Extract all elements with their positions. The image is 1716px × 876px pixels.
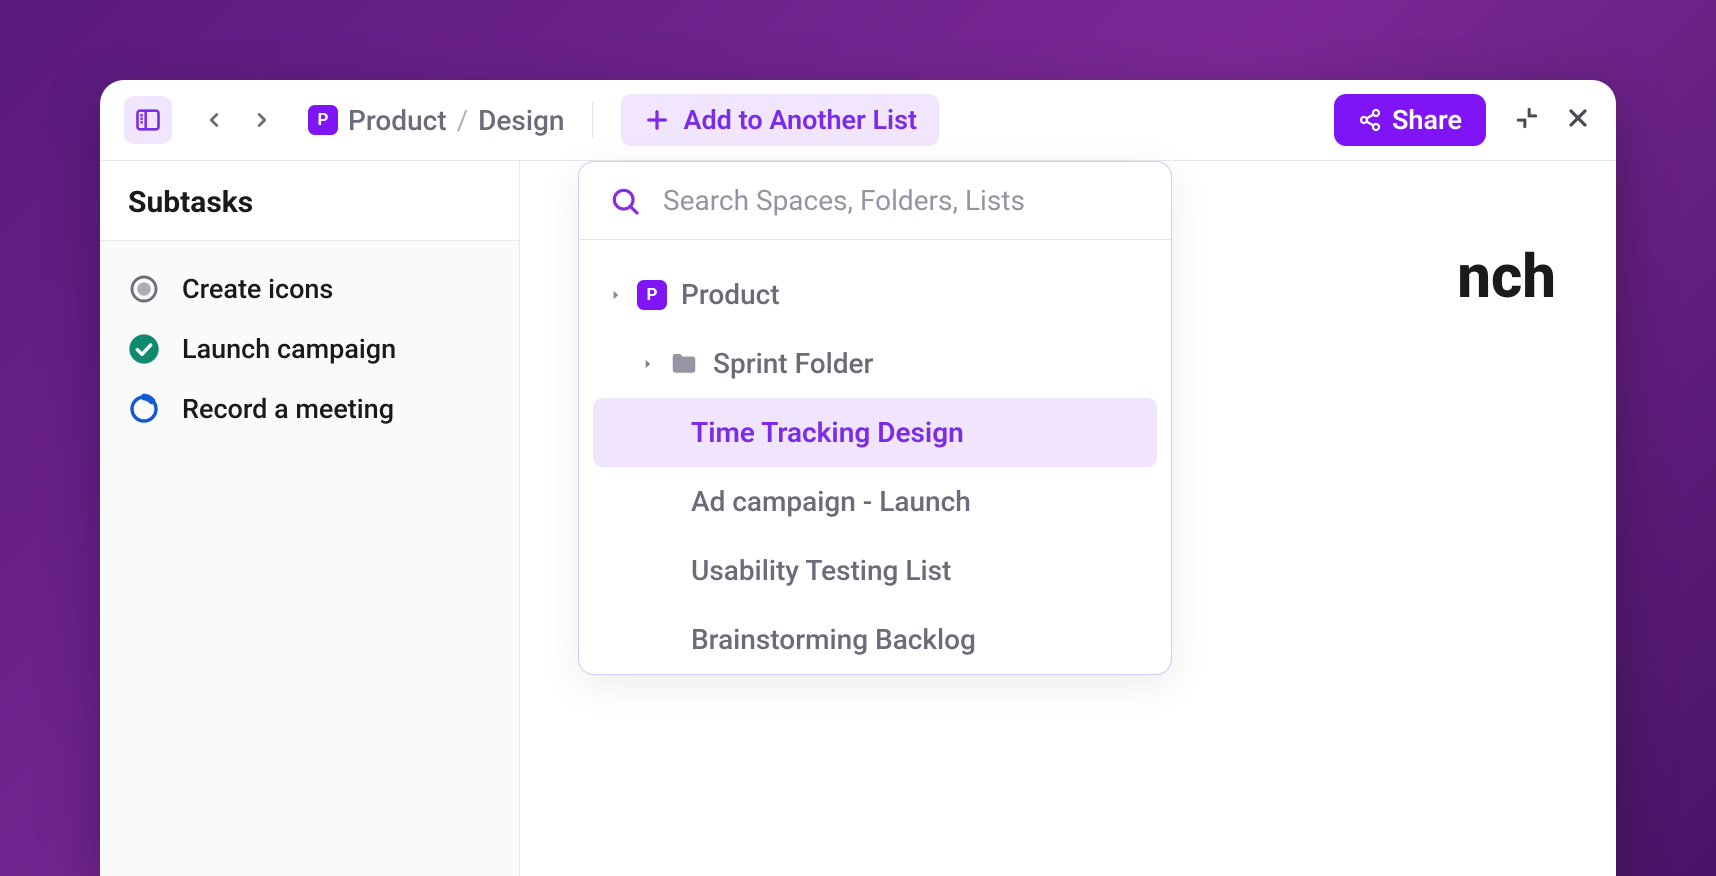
tree-list-label: Ad campaign - Launch	[691, 485, 971, 518]
chevron-right-icon	[609, 288, 623, 302]
toolbar-divider	[592, 102, 593, 138]
share-label: Share	[1392, 104, 1462, 136]
breadcrumb: P Product / Design	[308, 104, 564, 137]
tree-list-label: Usability Testing List	[691, 554, 951, 587]
tree-list-item[interactable]: Time Tracking Design	[593, 398, 1157, 467]
toolbar: P Product / Design Add to Another List S…	[100, 80, 1616, 161]
subtask-label: Create icons	[182, 273, 333, 305]
tree-list-label: Time Tracking Design	[691, 416, 964, 449]
chevron-right-icon	[641, 357, 655, 371]
app-window: P Product / Design Add to Another List S…	[100, 80, 1616, 876]
status-inprogress-icon	[128, 393, 160, 425]
tree-space-label: Product	[681, 278, 780, 311]
share-button[interactable]: Share	[1334, 94, 1486, 146]
main-content: nch P Product Sprint Folder	[520, 161, 1616, 876]
add-to-list-label: Add to Another List	[683, 104, 917, 136]
nav-arrows	[192, 98, 284, 142]
tree-list-item[interactable]: Brainstorming Backlog	[593, 605, 1157, 674]
breadcrumb-item-space[interactable]: Product	[348, 104, 447, 137]
breadcrumb-item-current[interactable]: Design	[478, 104, 564, 137]
subtask-item[interactable]: Record a meeting	[100, 379, 519, 439]
panel-toggle-button[interactable]	[124, 96, 172, 144]
nav-back-button[interactable]	[192, 98, 236, 142]
location-picker-dropdown: P Product Sprint Folder Time Tracking De…	[578, 161, 1172, 675]
status-open-icon	[128, 273, 160, 305]
subtask-label: Record a meeting	[182, 393, 394, 425]
add-to-list-button[interactable]: Add to Another List	[621, 94, 939, 146]
dropdown-body: P Product Sprint Folder Time Tracking De…	[579, 240, 1171, 674]
chevron-left-icon	[203, 109, 225, 131]
nav-forward-button[interactable]	[240, 98, 284, 142]
sidebar-title: Subtasks	[128, 185, 491, 220]
body-area: Subtasks Create icons Launch campaign Re…	[100, 161, 1616, 876]
search-input[interactable]	[663, 184, 1141, 217]
minimize-icon	[1514, 105, 1540, 131]
tree-list-label: Brainstorming Backlog	[691, 623, 976, 656]
folder-icon	[669, 349, 699, 379]
breadcrumb-separator: /	[457, 104, 469, 137]
window-controls	[1514, 104, 1592, 136]
space-badge[interactable]: P	[308, 105, 338, 135]
space-badge: P	[637, 280, 667, 310]
sidebar: Subtasks Create icons Launch campaign Re…	[100, 161, 520, 876]
chevron-right-icon	[251, 109, 273, 131]
subtask-item[interactable]: Create icons	[100, 259, 519, 319]
subtask-label: Launch campaign	[182, 333, 396, 365]
close-icon	[1564, 104, 1592, 132]
tree-folder-item[interactable]: Sprint Folder	[593, 329, 1157, 398]
minimize-button[interactable]	[1514, 105, 1540, 135]
search-icon	[609, 185, 641, 217]
subtask-list: Create icons Launch campaign Record a me…	[100, 241, 519, 457]
panel-icon	[134, 106, 162, 134]
close-button[interactable]	[1564, 104, 1592, 136]
tree-space-item[interactable]: P Product	[593, 260, 1157, 329]
tree-folder-label: Sprint Folder	[713, 347, 873, 380]
task-title[interactable]: nch	[1457, 241, 1556, 312]
sidebar-header: Subtasks	[100, 161, 519, 241]
tree-list-item[interactable]: Ad campaign - Launch	[593, 467, 1157, 536]
status-complete-icon	[128, 333, 160, 365]
tree-list-item[interactable]: Usability Testing List	[593, 536, 1157, 605]
share-icon	[1358, 108, 1382, 132]
subtask-item[interactable]: Launch campaign	[100, 319, 519, 379]
plus-icon	[643, 106, 671, 134]
dropdown-search-row	[579, 162, 1171, 240]
